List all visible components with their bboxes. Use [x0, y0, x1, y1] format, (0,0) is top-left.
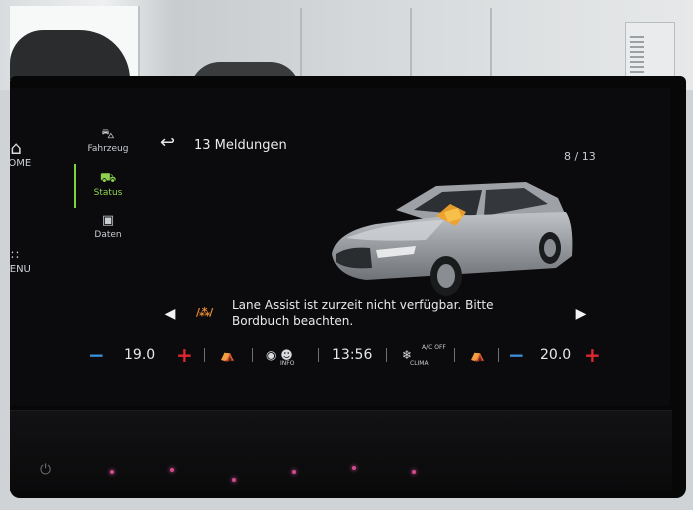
message-text: Lane Assist ist zurzeit nicht verfügbar.…	[232, 298, 494, 328]
hardware-button-panel	[10, 410, 672, 491]
background-pillar	[300, 8, 302, 78]
ac-off-label: A/C OFF	[422, 344, 446, 351]
car-status-icon: ⛟	[99, 171, 117, 186]
indicator-light	[170, 468, 174, 472]
back-icon[interactable]: ↩	[160, 132, 175, 153]
lane-assist-warning-icon: /⁂/	[196, 306, 213, 319]
page-title: 13 Meldungen	[194, 138, 287, 153]
background-pillar	[490, 8, 492, 78]
divider	[204, 348, 205, 362]
indicator-light	[232, 478, 236, 482]
tab-fahrzeug-label: Fahrzeug	[87, 144, 129, 154]
seat-heating-right-icon[interactable]: ⛺	[470, 338, 485, 372]
clock: 13:56	[332, 347, 373, 363]
divider	[252, 348, 253, 362]
message-pager: 8 / 13	[564, 150, 596, 163]
right-temp-value: 20.0	[540, 347, 572, 363]
indicator-light	[110, 470, 114, 474]
tab-daten[interactable]: ▣ Daten	[72, 213, 144, 241]
right-temp-increase-button[interactable]: +	[584, 338, 601, 372]
data-icon: ▣	[101, 213, 115, 228]
clima-label: CLIMA	[410, 360, 429, 367]
indicator-light	[352, 466, 356, 470]
power-icon[interactable]: ⏻	[40, 462, 51, 478]
tab-fahrzeug[interactable]: ⛍ Fahrzeug	[72, 127, 144, 155]
divider	[386, 348, 387, 362]
divider	[498, 348, 499, 362]
background-pillar	[410, 8, 412, 78]
left-temp-increase-button[interactable]: +	[176, 338, 193, 372]
indicator-light	[292, 470, 296, 474]
next-message-button[interactable]: ▶	[571, 304, 591, 324]
tab-daten-label: Daten	[94, 230, 122, 240]
menu-label: MENU	[1, 264, 31, 275]
left-temp-decrease-button[interactable]: −	[88, 338, 105, 372]
seat-heating-left-icon[interactable]: ⛺	[220, 338, 235, 372]
car-illustration	[332, 182, 573, 296]
home-button[interactable]: ⌂ HOME	[0, 138, 32, 170]
indicator-light	[412, 470, 416, 474]
right-temp-decrease-button[interactable]: −	[508, 338, 525, 372]
climate-bar: − 19.0 + ⛺ ◉ ☻ INFO 13:56 ❄ A/C OFF CLIM…	[80, 338, 610, 372]
info-label: INFO	[280, 360, 295, 367]
divider	[454, 348, 455, 362]
home-icon: ⌂	[10, 138, 22, 159]
divider	[318, 348, 319, 362]
tab-status[interactable]: ⛟ Status	[72, 171, 144, 199]
menu-button[interactable]: ∷ MENU	[0, 246, 32, 275]
home-label: HOME	[0, 158, 32, 169]
previous-message-button[interactable]: ◀	[160, 304, 180, 324]
car-icon: ⛍	[101, 127, 115, 142]
tab-status-label: Status	[93, 188, 123, 198]
left-temp-value: 19.0	[124, 347, 156, 363]
grid-icon: ∷	[11, 248, 21, 262]
